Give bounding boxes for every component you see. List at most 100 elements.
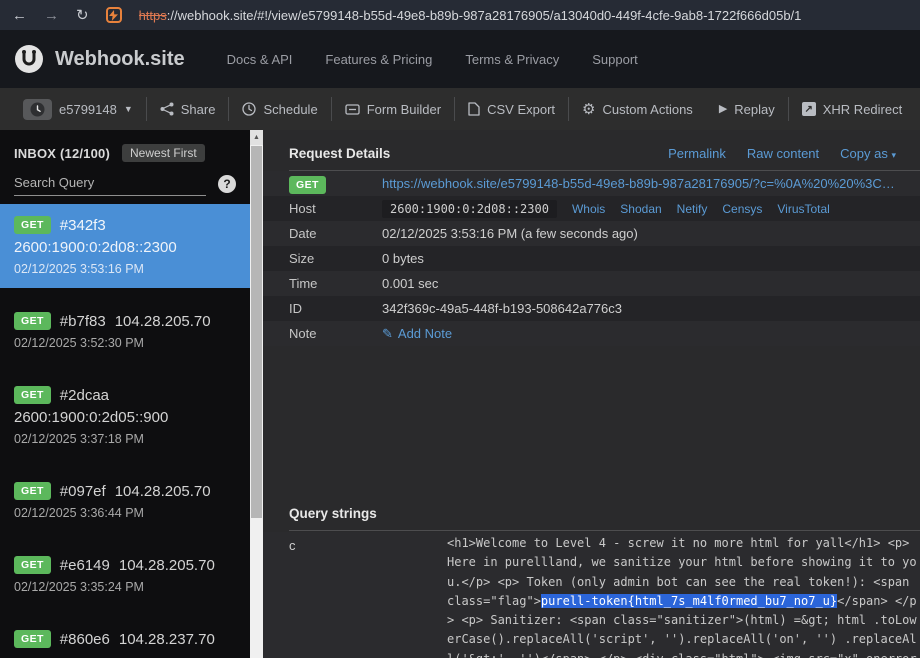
search-help-icon[interactable]: ? [218,175,236,193]
request-ip: 104.28.205.70 [119,557,215,574]
section-divider [289,530,920,531]
sidebar-scrollbar[interactable]: ▲ [250,130,263,658]
request-url-link[interactable]: https://webhook.site/e5799148-b55d-49e8-… [382,176,895,191]
nav-support[interactable]: Support [592,52,638,67]
table-row-note: Note ✎Add Note [263,321,920,346]
sort-order-badge[interactable]: Newest First [122,144,205,162]
table-row-date: Date 02/12/2025 3:53:16 PM (a few second… [263,221,920,246]
share-button[interactable]: Share [147,102,229,117]
csv-export-label: CSV Export [487,102,555,117]
add-note-button[interactable]: ✎Add Note [382,326,452,342]
xhr-redirect-label: XHR Redirect [823,102,902,117]
request-details-panel: Request Details Permalink Raw content Co… [263,130,920,658]
scrollbar-thumb[interactable] [251,146,262,518]
extension-lightning-icon[interactable] [106,7,122,23]
file-icon [468,102,480,116]
webhook-id-dropdown[interactable]: e5799148 ▼ [10,99,146,120]
custom-actions-button[interactable]: ⚙ Custom Actions [569,102,706,117]
forward-icon[interactable]: → [44,8,59,23]
inbox-count-label: INBOX (12/100) [14,146,110,161]
date-value: 02/12/2025 3:53:16 PM (a few seconds ago… [382,226,920,241]
netify-link[interactable]: Netify [677,202,708,216]
request-id: #860e6 [60,631,110,648]
share-icon [160,102,174,116]
row-label: Date [289,226,382,241]
method-badge: GET [14,482,51,500]
history-badge [23,99,52,120]
request-uuid-value: 342f369c-49a5-448f-b193-508642a776c3 [382,301,920,316]
request-date: 02/12/2025 3:37:18 PM [14,432,236,446]
row-label: Size [289,251,382,266]
table-row-method-url: GET https://webhook.site/e5799148-b55d-4… [263,171,920,196]
request-list-item[interactable]: GET #b7f83 104.28.205.70 02/12/2025 3:52… [0,300,250,362]
query-strings-section: Query strings c <h1>Welcome to Level 4 -… [263,506,920,658]
url-insecure-scheme: https [139,8,167,23]
request-date: 02/12/2025 3:36:44 PM [14,506,236,520]
permalink-link[interactable]: Permalink [668,146,726,161]
xhr-redirect-button[interactable]: ↗ XHR Redirect [789,102,915,117]
method-badge: GET [14,312,51,330]
panel-title: Request Details [289,146,668,161]
request-id: #2dcaa [60,387,109,404]
schedule-clock-icon [242,102,256,116]
request-list-item[interactable]: GET #e6149 104.28.205.70 02/12/2025 3:35… [0,544,250,606]
copy-as-label: Copy as [840,146,888,161]
nav-terms-privacy[interactable]: Terms & Privacy [465,52,559,67]
custom-actions-label: Custom Actions [602,102,692,117]
share-label: Share [181,102,216,117]
pencil-icon: ✎ [382,326,393,342]
method-badge: GET [289,176,326,194]
lightning-bolt [109,10,118,21]
sidebar-header: INBOX (12/100) Newest First ? [0,130,250,196]
copy-as-dropdown[interactable]: Copy as ▾ [840,146,896,161]
request-ip: 2600:1900:0:2d05::900 [14,409,236,426]
external-arrow-icon: ↗ [802,102,816,116]
request-ip: 104.28.205.70 [115,483,211,500]
table-row-size: Size 0 bytes [263,246,920,271]
whois-link[interactable]: Whois [572,202,605,216]
nav-features-pricing[interactable]: Features & Pricing [325,52,432,67]
highlighted-token: purell-token{html_7s_m4lf0rmed_bu7_no7_u… [541,594,837,608]
request-sidebar: INBOX (12/100) Newest First ? GET #342f3… [0,130,250,658]
back-icon[interactable]: ← [12,8,27,23]
chevron-down-icon: ▼ [124,104,133,114]
row-label: Note [289,326,382,341]
webhook-id-label: e5799148 [59,102,117,117]
method-badge: GET [14,216,51,234]
host-ip-value: 2600:1900:0:2d08::2300 [382,200,557,218]
search-query-input[interactable] [14,171,206,196]
reload-icon[interactable]: ↻ [76,8,89,23]
scrollbar-up-arrow-icon[interactable]: ▲ [250,130,263,145]
form-builder-label: Form Builder [367,102,441,117]
method-badge: GET [14,630,51,648]
address-bar[interactable]: https://webhook.site/#!/view/e5799148-b5… [139,8,802,23]
request-list-item[interactable]: GET #097ef 104.28.205.70 02/12/2025 3:36… [0,470,250,532]
request-list-item[interactable]: GET #2dcaa 2600:1900:0:2d05::900 02/12/2… [0,374,250,458]
form-builder-icon [345,103,360,116]
shodan-link[interactable]: Shodan [620,202,661,216]
site-header: Webhook.site Docs & API Features & Prici… [0,30,920,88]
raw-content-link[interactable]: Raw content [747,146,819,161]
request-id: #097ef [60,483,106,500]
request-date: 02/12/2025 3:53:16 PM [14,262,236,276]
request-ip: 104.28.237.70 [119,631,215,648]
virustotal-link[interactable]: VirusTotal [777,202,829,216]
request-list-item[interactable]: GET #342f3 2600:1900:0:2d08::2300 02/12/… [0,204,250,288]
schedule-label: Schedule [263,102,317,117]
request-list: GET #342f3 2600:1900:0:2d08::2300 02/12/… [0,204,250,658]
nav-docs-api[interactable]: Docs & API [227,52,293,67]
csv-export-button[interactable]: CSV Export [455,102,568,117]
query-param-value: <h1>Welcome to Level 4 - screw it no mor… [447,534,920,658]
request-id: #e6149 [60,557,110,574]
query-string-row: c <h1>Welcome to Level 4 - screw it no m… [263,532,920,658]
censys-link[interactable]: Censys [722,202,762,216]
row-label: ID [289,301,382,316]
form-builder-button[interactable]: Form Builder [332,102,454,117]
request-list-item[interactable]: GET #860e6 104.28.237.70 [0,618,250,658]
replay-button[interactable]: ▶ Replay [706,102,788,117]
schedule-button[interactable]: Schedule [229,102,330,117]
query-param-key: c [289,534,447,553]
size-value: 0 bytes [382,251,920,266]
brand-title: Webhook.site [55,48,185,71]
redirect-now-button[interactable]: Redirect Now [915,102,920,117]
